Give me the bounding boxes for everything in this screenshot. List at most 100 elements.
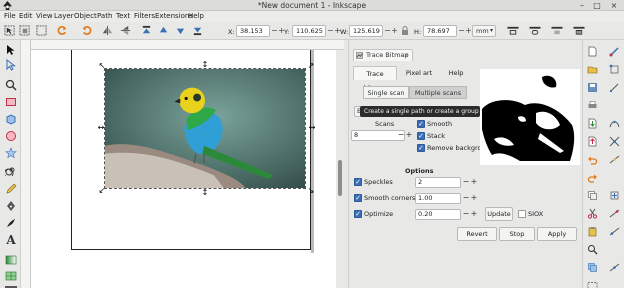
select-all-layers-icon[interactable] <box>19 25 30 36</box>
menu-filters[interactable]: Filters <box>134 12 155 20</box>
tab-pixel-art[interactable]: Pixel art <box>399 66 439 80</box>
tab-help[interactable]: Help <box>439 66 473 80</box>
unit-select[interactable]: mm ▾ <box>472 25 496 37</box>
snap-centers-icon[interactable] <box>609 190 620 201</box>
speckles-decrement[interactable]: − <box>462 177 470 188</box>
w-increment[interactable]: + <box>390 25 399 37</box>
scrollbar-thumb[interactable] <box>338 160 342 196</box>
menu-file[interactable]: File <box>4 12 16 20</box>
group-icon[interactable] <box>587 280 598 288</box>
redo-icon[interactable] <box>587 172 598 183</box>
menu-help[interactable]: Help <box>188 12 204 20</box>
ellipse-tool-icon[interactable] <box>5 130 17 142</box>
handle-nw-icon[interactable]: ↖ <box>98 62 106 70</box>
zoom-selection-icon[interactable] <box>587 244 598 255</box>
stop-button[interactable]: Stop <box>499 227 535 241</box>
deselect-icon[interactable] <box>36 25 47 36</box>
snap-page-border-icon[interactable] <box>609 262 620 273</box>
smooth-checkbox[interactable]: ✓ <box>417 120 425 128</box>
copy-icon[interactable] <box>587 190 598 201</box>
menu-object[interactable]: Object <box>74 12 97 20</box>
update-button[interactable]: Update <box>485 207 513 221</box>
new-document-icon[interactable] <box>587 46 598 57</box>
revert-button[interactable]: Revert <box>457 227 497 241</box>
handle-e-icon[interactable]: ↔ <box>308 124 316 132</box>
w-field[interactable]: 125.619 <box>349 25 383 37</box>
tab-trace-bitmap[interactable]: Trace bitmap <box>353 66 397 92</box>
snap-bbox-icon[interactable] <box>609 64 620 75</box>
menu-path[interactable]: Path <box>97 12 112 20</box>
apply-button[interactable]: Apply <box>537 227 577 241</box>
snap-midpoints-icon[interactable] <box>609 154 620 165</box>
scans-increment[interactable]: + <box>405 130 413 141</box>
handle-ne-icon[interactable]: ↗ <box>307 62 315 70</box>
rectangle-tool-icon[interactable] <box>5 96 17 108</box>
x-field[interactable]: 38.153 <box>236 25 270 37</box>
import-icon[interactable] <box>587 118 598 129</box>
minimize-button[interactable]: – <box>576 1 588 10</box>
calligraphy-tool-icon[interactable] <box>5 217 17 229</box>
mesh-tool-icon[interactable] <box>5 270 17 282</box>
menu-layer[interactable]: Layer <box>54 12 74 20</box>
optimize-field[interactable]: 0.20 <box>415 209 461 220</box>
optimize-decrement[interactable]: − <box>462 209 470 220</box>
smooth-corners-checkbox[interactable]: ✓ <box>354 194 362 202</box>
move-gradients-icon[interactable] <box>550 25 564 36</box>
optimize-checkbox[interactable]: ✓ <box>354 210 362 218</box>
selector-tool-icon[interactable] <box>5 44 17 56</box>
pencil-tool-icon[interactable] <box>5 183 17 195</box>
zoom-tool-icon[interactable] <box>5 79 17 91</box>
text-tool-icon[interactable]: A <box>5 234 17 246</box>
smooth-corners-increment[interactable]: + <box>470 193 478 204</box>
remove-background-checkbox[interactable]: ✓ <box>417 144 425 152</box>
speckles-checkbox[interactable]: ✓ <box>354 178 362 186</box>
snap-nodes-icon[interactable] <box>609 82 620 93</box>
speckles-field[interactable]: 2 <box>415 177 461 188</box>
smooth-corners-decrement[interactable]: − <box>462 193 470 204</box>
pen-tool-icon[interactable] <box>5 200 17 212</box>
speckles-increment[interactable]: + <box>470 177 478 188</box>
duplicate-icon[interactable] <box>587 262 598 273</box>
lock-ratio-icon[interactable] <box>400 26 410 36</box>
move-patterns-icon[interactable] <box>572 25 586 36</box>
node-tool-icon[interactable] <box>5 59 17 71</box>
close-button[interactable]: × <box>608 1 620 10</box>
handle-n-icon[interactable]: ↕ <box>201 61 209 69</box>
raise-icon[interactable] <box>158 25 169 36</box>
export-icon[interactable] <box>587 136 598 147</box>
single-scan-toggle[interactable]: Single scan <box>363 86 409 99</box>
lower-to-bottom-icon[interactable] <box>192 25 203 36</box>
undo-icon[interactable] <box>587 154 598 165</box>
print-document-icon[interactable] <box>587 100 598 111</box>
scans-decrement[interactable]: − <box>397 130 405 141</box>
trace-bitmap-tab[interactable]: Trace Bitmap × <box>353 49 413 61</box>
snap-text-baseline-icon[interactable] <box>609 226 620 237</box>
menu-edit[interactable]: Edit <box>19 12 33 20</box>
handle-w-icon[interactable]: ↔ <box>97 124 105 132</box>
snap-paths-icon[interactable] <box>609 118 620 129</box>
lower-icon[interactable] <box>175 25 186 36</box>
scale-corners-icon[interactable] <box>528 25 542 36</box>
menu-view[interactable]: View <box>36 12 53 20</box>
flip-vertical-icon[interactable] <box>120 25 131 36</box>
close-icon[interactable]: × <box>404 50 409 61</box>
vertical-ruler[interactable] <box>21 40 31 288</box>
multiple-scans-toggle[interactable]: Multiple scans <box>409 86 467 99</box>
paste-icon[interactable] <box>587 226 598 237</box>
snap-intersections-icon[interactable] <box>609 136 620 147</box>
flip-horizontal-icon[interactable] <box>102 25 113 36</box>
cut-icon[interactable] <box>587 208 598 219</box>
rotate-ccw-icon[interactable] <box>57 25 68 36</box>
menu-text[interactable]: Text <box>116 12 130 20</box>
save-document-icon[interactable] <box>587 82 598 93</box>
scale-stroke-icon[interactable] <box>506 25 520 36</box>
optimize-increment[interactable]: + <box>470 209 478 220</box>
h-field[interactable]: 78.697 <box>423 25 457 37</box>
smooth-corners-field[interactable]: 1.00 <box>415 193 461 204</box>
handle-sw-icon[interactable]: ↙ <box>98 187 106 195</box>
stack-checkbox[interactable]: ✓ <box>417 132 425 140</box>
bird-bitmap-image[interactable] <box>104 68 306 189</box>
3d-box-tool-icon[interactable] <box>5 113 17 125</box>
rotate-cw-icon[interactable] <box>81 25 92 36</box>
y-field[interactable]: 110.625 <box>292 25 326 37</box>
